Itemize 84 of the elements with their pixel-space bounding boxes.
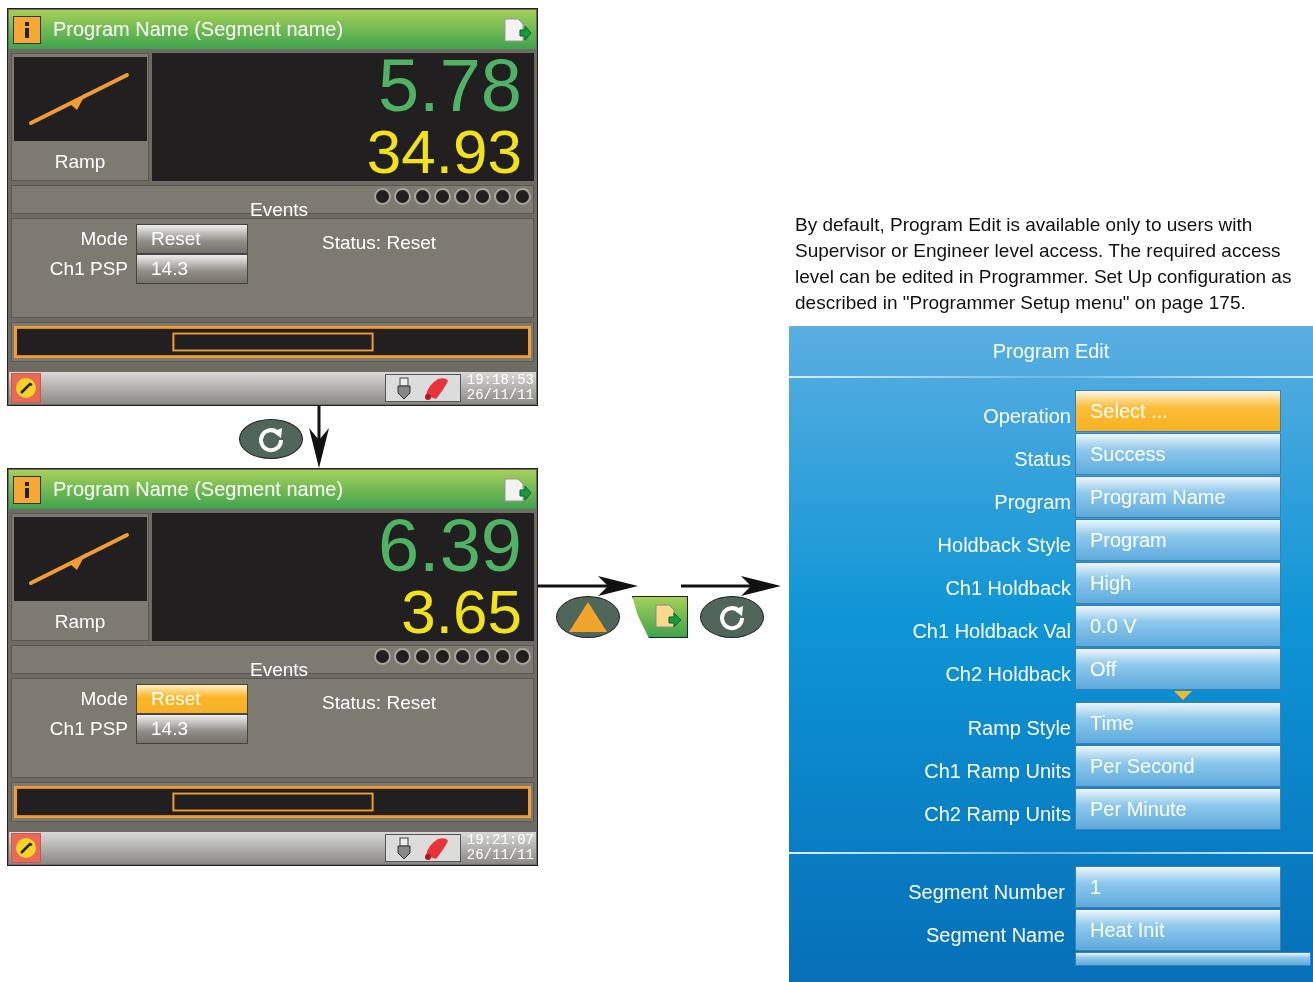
field-label: Ch1 Holdback [944, 577, 1072, 601]
channel-1-value: 6.39 [377, 511, 522, 581]
settings-button[interactable] [11, 833, 41, 863]
segment-type: Ramp [54, 611, 106, 633]
channel-2-value: 3.65 [401, 581, 522, 643]
date-text: 26/11/11 [466, 848, 534, 863]
wrench-icon [15, 837, 37, 859]
field-label: Segment Name [925, 924, 1066, 948]
info-icon [23, 21, 31, 38]
event-indicator-icon [474, 188, 491, 205]
value-field[interactable]: 14.3 [136, 714, 248, 744]
info-button[interactable] [13, 15, 41, 44]
value-field[interactable]: High [1075, 562, 1281, 604]
field-label: Ch1 Ramp Units [923, 760, 1072, 784]
event-indicator-icon [434, 188, 451, 205]
settings-button[interactable] [11, 373, 41, 403]
ramp-icon [13, 517, 147, 601]
event-indicator-icon [374, 648, 391, 665]
event-indicator-icon [414, 648, 431, 665]
value-field[interactable]: 0.0 V [1075, 605, 1281, 647]
info-icon [23, 481, 31, 498]
field-label: Ch2 Holdback [944, 663, 1072, 687]
value-field[interactable]: Reset [136, 684, 248, 714]
event-indicator-icon [454, 188, 471, 205]
event-indicator-icon [394, 188, 411, 205]
screen-title: Program Name (Segment name) [53, 18, 345, 41]
events-label: Events [250, 200, 309, 219]
field-label: Mode [79, 688, 129, 710]
panel-header: Program Edit [991, 338, 1111, 364]
info-button[interactable] [13, 475, 41, 504]
field-label: Status [1013, 448, 1072, 472]
event-indicator-icon [474, 648, 491, 665]
value-field[interactable]: 14.3 [136, 254, 248, 284]
field-label: Mode [79, 228, 129, 250]
field-label: Ch1 Holdback Val [911, 620, 1072, 644]
segment-type: Ramp [54, 151, 106, 173]
field-label: Ch1 PSP [48, 258, 129, 280]
value-field[interactable]: Heat Init [1075, 909, 1281, 951]
event-indicator-icon [434, 648, 451, 665]
event-indicator-icon [394, 648, 411, 665]
status-text: Status: Reset [322, 232, 437, 255]
page-arrow-icon[interactable] [502, 15, 532, 44]
time-text: 19:21:07 [466, 833, 534, 848]
field-label: Program [993, 491, 1072, 515]
value-field[interactable]: Reset [136, 224, 248, 254]
value-field[interactable]: Program [1075, 519, 1281, 561]
screen-title: Program Name (Segment name) [53, 478, 345, 501]
field-label: Holdback Style [936, 534, 1072, 558]
down-arrow [307, 406, 331, 468]
channel-1-value: 5.78 [377, 51, 522, 121]
event-indicator-icon [414, 188, 431, 205]
event-indicator-icon [454, 648, 471, 665]
event-indicator-icon [494, 648, 511, 665]
field-label: Ch2 Ramp Units [923, 803, 1072, 827]
value-field[interactable]: Per Second [1075, 745, 1281, 787]
page-arrow-icon[interactable] [502, 475, 532, 504]
event-indicator-icon [514, 188, 531, 205]
field-label: Operation [982, 405, 1072, 429]
value-field[interactable]: Success [1075, 433, 1281, 475]
event-indicator-icon [514, 648, 531, 665]
value-field[interactable]: Time [1075, 702, 1281, 744]
refresh-button[interactable] [239, 419, 303, 459]
field-label: Ramp Style [966, 717, 1072, 741]
value-field[interactable]: Select ... [1075, 390, 1281, 432]
value-field[interactable]: 1 [1075, 866, 1281, 908]
wrench-icon [15, 377, 37, 399]
ramp-icon [13, 57, 147, 141]
value-field[interactable]: Off [1075, 648, 1281, 690]
time-text: 19:18:53 [466, 373, 534, 388]
field-label: Segment Number [907, 881, 1066, 905]
usb-icon [395, 376, 412, 400]
events-label: Events [250, 660, 309, 679]
usb-icon [395, 836, 412, 860]
event-indicator-icon [494, 188, 511, 205]
field-label: Ch1 PSP [48, 718, 129, 740]
event-indicator-icon [374, 188, 391, 205]
date-text: 26/11/11 [466, 388, 534, 403]
status-text: Status: Reset [322, 692, 437, 715]
value-field[interactable]: Per Minute [1075, 788, 1281, 830]
channel-2-value: 34.93 [366, 121, 522, 183]
up-triangle-icon [568, 601, 608, 633]
value-field[interactable]: Program Name [1075, 476, 1281, 518]
note-paragraph: By default, Program Edit is available only to users with Supervisor or Engineer level access. The required access level can be edited in Programmer. Set Up configuration as described in "Programmer Setup menu" on page 175. [795, 213, 1293, 315]
page-button[interactable] [632, 596, 688, 638]
